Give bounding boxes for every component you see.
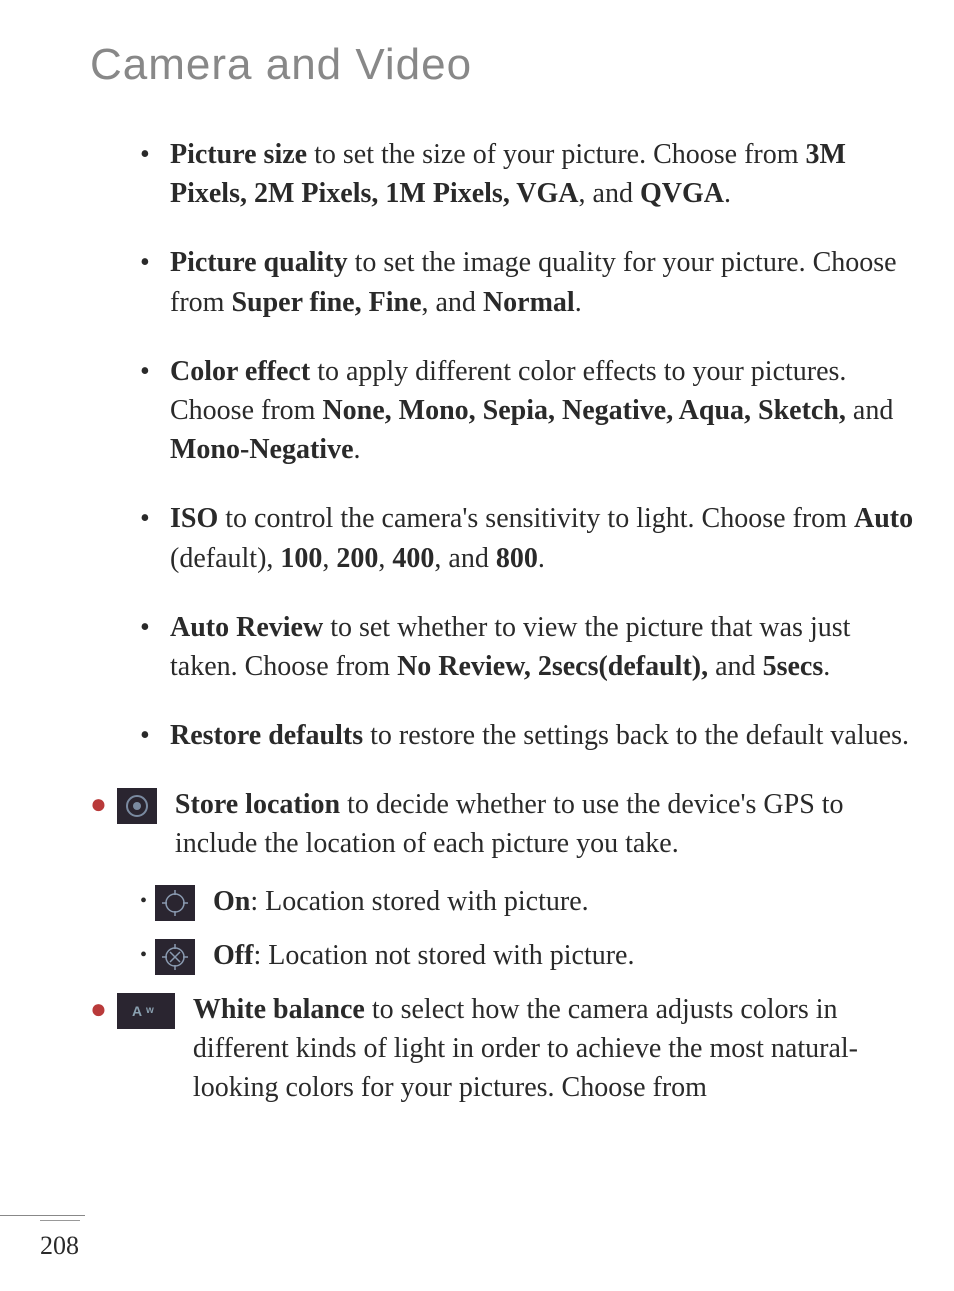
text: , [378, 543, 392, 574]
option: 400 [392, 543, 434, 574]
text: : Location stored with picture. [250, 886, 588, 917]
text: . [823, 651, 830, 682]
page-title: Camera and Video [90, 40, 914, 90]
term: Auto Review [170, 612, 323, 643]
bullet-icon: ● [90, 990, 107, 1029]
options: Super fine, Fine [231, 287, 421, 318]
option: Auto [854, 503, 913, 534]
options: None, Mono, Sepia, Negative, Aqua, Sketc… [322, 395, 845, 426]
text-content: White balance to select how the camera a… [193, 990, 914, 1108]
location-sub-list: • On: Location stored with picture. • [90, 882, 914, 975]
icon-settings-list-2: ● A w White balance to select how the ca… [90, 990, 914, 1108]
option-last: Mono-Negative [170, 434, 354, 465]
text: . [538, 543, 545, 574]
option: 200 [336, 543, 378, 574]
color-effect-item: Color effect to apply different color ef… [140, 352, 914, 470]
location-on-item: • On: Location stored with picture. [140, 882, 914, 921]
store-location-item: ● Store location to decide whether to us… [90, 785, 914, 863]
bullet-icon: • [140, 941, 147, 969]
white-balance-icon: A w [117, 993, 175, 1029]
text: , and [579, 178, 640, 209]
settings-list: Picture size to set the size of your pic… [90, 135, 914, 755]
icon-settings-list: ● Store location to decide whether to us… [90, 785, 914, 863]
bullet-icon: ● [90, 785, 107, 824]
text: to control the camera's sensitivity to l… [218, 503, 854, 534]
svg-text:A: A [132, 1003, 142, 1019]
text: to restore the settings back to the defa… [363, 720, 909, 751]
page-number: 208 [40, 1220, 80, 1261]
text: : Location not stored with picture. [253, 940, 634, 971]
location-on-icon [155, 885, 195, 921]
auto-review-item: Auto Review to set whether to view the p… [140, 608, 914, 686]
option: 800 [496, 543, 538, 574]
term: Color effect [170, 356, 310, 387]
term: Store location [175, 789, 340, 820]
option-last: QVGA [640, 178, 724, 209]
term: Restore defaults [170, 720, 363, 751]
option-last: Normal [483, 287, 575, 318]
text: and [846, 395, 893, 426]
white-balance-item: ● A w White balance to select how the ca… [90, 990, 914, 1108]
store-location-icon [117, 788, 157, 824]
restore-defaults-item: Restore defaults to restore the settings… [140, 716, 914, 755]
text: to set the size of your picture. Choose … [307, 139, 805, 170]
text-content: On: Location stored with picture. [213, 882, 914, 921]
term: White balance [193, 994, 365, 1025]
iso-item: ISO to control the camera's sensitivity … [140, 499, 914, 577]
text-content: Store location to decide whether to use … [175, 785, 914, 863]
bullet-icon: • [140, 887, 147, 915]
option: 100 [280, 543, 322, 574]
term: Picture size [170, 139, 307, 170]
term: ISO [170, 503, 218, 534]
options: No Review, 2secs(default), [397, 651, 708, 682]
text: (default), [170, 543, 280, 574]
term: Picture quality [170, 247, 348, 278]
text: , and [434, 543, 495, 574]
text: , [322, 543, 336, 574]
text: and [708, 651, 762, 682]
footer-line [0, 1215, 85, 1216]
location-off-item: • Off: Location not stored with picture. [140, 936, 914, 975]
term: Off [213, 940, 253, 971]
text-content: Off: Location not stored with picture. [213, 936, 914, 975]
text: . [354, 434, 361, 465]
location-off-icon [155, 939, 195, 975]
picture-size-item: Picture size to set the size of your pic… [140, 135, 914, 213]
term: On [213, 886, 250, 917]
text: . [575, 287, 582, 318]
option-last: 5secs [763, 651, 824, 682]
text: , and [422, 287, 483, 318]
svg-text:w: w [145, 1005, 154, 1016]
text: . [724, 178, 731, 209]
picture-quality-item: Picture quality to set the image quality… [140, 243, 914, 321]
